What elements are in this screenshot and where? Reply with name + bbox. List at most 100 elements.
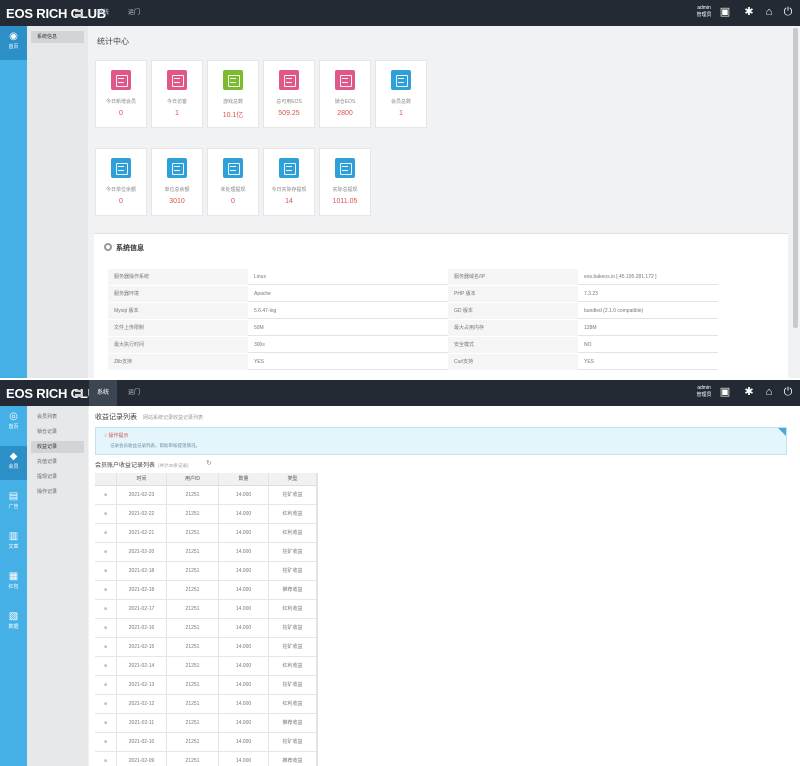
submenu-item[interactable]: 会员列表 (31, 411, 84, 423)
sys-info-value: NO (584, 342, 592, 348)
settings-icon[interactable]: ✱ (742, 5, 756, 19)
header-checkbox[interactable] (95, 473, 117, 485)
table-row[interactable]: ■ 2021-02-18 21251 14.000 推荐收益 (95, 581, 317, 600)
home-icon[interactable]: ⌂ (762, 5, 776, 19)
rail-item-home[interactable]: ◎ 首页 (0, 406, 27, 440)
rail-item-home[interactable]: ◉ 首页 (0, 26, 27, 60)
stat-card[interactable]: 未处理提现 0 (207, 148, 259, 216)
table-cell: 2021-02-22 (117, 505, 167, 523)
table-cell: 14.000 (219, 562, 269, 580)
header-type[interactable]: 类型 (269, 473, 317, 485)
stat-card[interactable]: 会员总数 1 (375, 60, 427, 128)
menu-toggle-icon[interactable] (75, 10, 83, 17)
submenu-item[interactable]: 锁仓记录 (31, 426, 84, 438)
sys-info-value: 128M (584, 325, 597, 331)
table-cell: 14.000 (219, 581, 269, 599)
rail-item-diamond[interactable]: ◆ 会员 (0, 446, 27, 480)
row-checkbox[interactable]: ■ (95, 695, 117, 713)
stat-card[interactable]: 实际总提现 1011.05 (319, 148, 371, 216)
row-checkbox[interactable]: ■ (95, 543, 117, 561)
rail-item-document[interactable]: ▥ 文章 (0, 526, 27, 560)
stat-card-value: 10.1亿 (222, 112, 244, 119)
submenu-item[interactable]: 操作记录 (31, 486, 84, 498)
stat-card[interactable]: 今日访客 1 (151, 60, 203, 128)
row-checkbox[interactable]: ■ (95, 600, 117, 618)
table-cell: 2021-02-09 (117, 752, 167, 766)
row-checkbox[interactable]: ■ (95, 562, 117, 580)
nav-tab-ops[interactable]: 运门 (120, 380, 148, 406)
header-user-id[interactable]: 用户ID (167, 473, 219, 485)
sys-info-key: 最大占用内存 (448, 320, 578, 336)
stat-card[interactable]: 今日实际存提现 14 (263, 148, 315, 216)
submenu-item-system-info[interactable]: 系统信息 (31, 31, 84, 43)
stat-card-value: 0 (119, 110, 123, 117)
stat-card[interactable]: 今日新增会员 0 (95, 60, 147, 128)
row-checkbox[interactable]: ■ (95, 733, 117, 751)
sys-info-key: GD 版本 (448, 303, 578, 319)
user-info[interactable]: admin 管理员 (694, 5, 714, 19)
row-checkbox[interactable]: ■ (95, 524, 117, 542)
nav-tab-system[interactable]: 系统 (89, 380, 117, 406)
stat-card-value: 0 (231, 198, 235, 205)
row-checkbox[interactable]: ■ (95, 619, 117, 637)
row-checkbox[interactable]: ■ (95, 752, 117, 766)
stat-card[interactable]: 锁仓EOS 2800 (319, 60, 371, 128)
row-checkbox[interactable]: ■ (95, 581, 117, 599)
rail-item-database[interactable]: ▧ 数据 (0, 606, 27, 640)
row-checkbox[interactable]: ■ (95, 505, 117, 523)
table-row[interactable]: ■ 2021-02-15 21251 14.000 挖矿收益 (95, 638, 317, 657)
table-row[interactable]: ■ 2021-02-20 21251 14.000 挖矿收益 (95, 543, 317, 562)
stat-card-value: 0 (119, 198, 123, 205)
table-cell: 14.000 (219, 638, 269, 656)
submenu-item[interactable]: 充值记录 (31, 456, 84, 468)
table-cell: 2021-02-18 (117, 581, 167, 599)
stat-card[interactable]: 单位总余额 3010 (151, 148, 203, 216)
submenu-item[interactable]: 收益记录 (31, 441, 84, 453)
row-checkbox[interactable]: ■ (95, 676, 117, 694)
menu-toggle-icon[interactable] (75, 390, 83, 397)
rail-item-lock[interactable]: ▦ 红包 (0, 566, 27, 600)
row-checkbox[interactable]: ■ (95, 486, 117, 504)
id-card-icon[interactable]: ▣ (718, 5, 732, 19)
user-info[interactable]: admin 管理员 (694, 385, 714, 399)
submenu-item[interactable]: 提现记录 (31, 471, 84, 483)
table-row[interactable]: ■ 2021-02-12 21251 14.000 红利收益 (95, 695, 317, 714)
table-row[interactable]: ■ 2021-02-17 21251 14.000 红利收益 (95, 600, 317, 619)
settings-icon[interactable]: ✱ (742, 385, 756, 399)
rail-item-card[interactable]: ▤ 广告 (0, 486, 27, 520)
id-card-icon[interactable]: ▣ (718, 385, 732, 399)
row-checkbox[interactable]: ■ (95, 638, 117, 656)
power-icon[interactable]: ⏻ (781, 5, 795, 19)
table-row[interactable]: ■ 2021-02-09 21251 14.000 推荐收益 (95, 752, 317, 766)
rail-label: 红包 (8, 584, 19, 590)
table-row[interactable]: ■ 2021-02-11 21251 14.000 推荐收益 (95, 714, 317, 733)
vertical-scrollbar[interactable] (793, 28, 798, 328)
header-time[interactable]: 时间 (117, 473, 167, 485)
stat-card[interactable]: 游戏总数 10.1亿 (207, 60, 259, 128)
table-row[interactable]: ■ 2021-02-18 21251 14.000 挖矿收益 (95, 562, 317, 581)
refresh-icon[interactable]: ↻ (206, 459, 212, 467)
table-row[interactable]: ■ 2021-02-16 21251 14.000 挖矿收益 (95, 619, 317, 638)
table-cell: 2021-02-21 (117, 524, 167, 542)
user-name: admin (697, 385, 711, 391)
table-row[interactable]: ■ 2021-02-14 21251 14.000 红利收益 (95, 657, 317, 676)
header-amount[interactable]: 数量 (219, 473, 269, 485)
table-row[interactable]: ■ 2021-02-13 21251 14.000 挖矿收益 (95, 676, 317, 695)
power-icon[interactable]: ⏻ (781, 385, 795, 399)
table-row[interactable]: ■ 2021-02-10 21251 14.000 挖矿收益 (95, 733, 317, 752)
table-cell: 21251 (167, 486, 219, 504)
home-icon[interactable]: ⌂ (762, 385, 776, 399)
table-cell: 14.000 (219, 695, 269, 713)
sub-menu: 系统信息 (27, 26, 88, 378)
row-checkbox[interactable]: ■ (95, 657, 117, 675)
table-row[interactable]: ■ 2021-02-22 21251 14.000 红利收益 (95, 505, 317, 524)
stat-card[interactable]: 今日单位余额 0 (95, 148, 147, 216)
collapse-corner-icon[interactable] (778, 428, 786, 436)
tip-title-text: 操作提示 (108, 433, 129, 439)
table-row[interactable]: ■ 2021-02-21 21251 14.000 红利收益 (95, 524, 317, 543)
stat-card[interactable]: 总可用EOS 509.25 (263, 60, 315, 128)
row-checkbox[interactable]: ■ (95, 714, 117, 732)
nav-tab-ops[interactable]: 运门 (120, 0, 148, 26)
table-row[interactable]: ■ 2021-02-23 21251 14.000 挖矿收益 (95, 486, 317, 505)
nav-tab-system[interactable]: 系统 (89, 0, 117, 26)
